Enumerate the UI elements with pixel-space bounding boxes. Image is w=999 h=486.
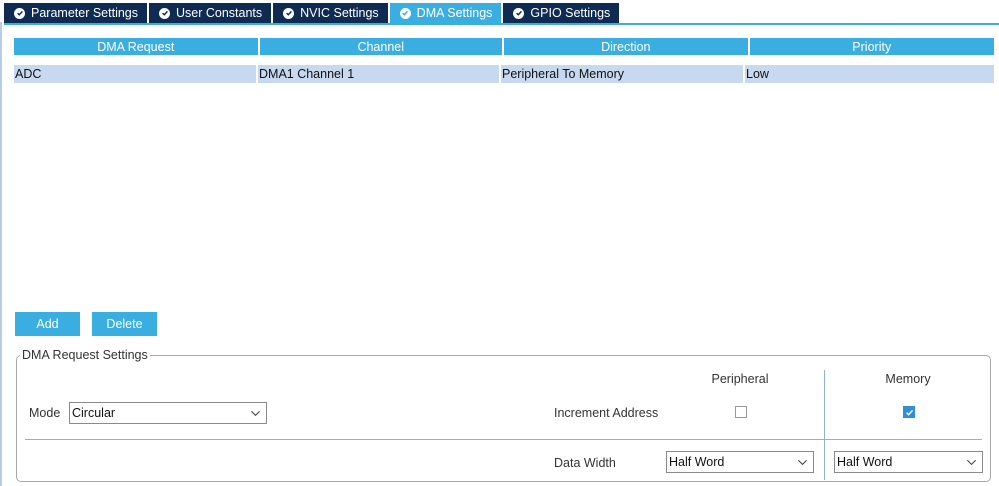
tab-nvic-settings[interactable]: NVIC Settings	[273, 3, 388, 23]
check-circle-icon	[513, 7, 525, 19]
tab-parameter-settings[interactable]: Parameter Settings	[4, 3, 147, 23]
add-button[interactable]: Add	[15, 312, 80, 336]
tab-label: User Constants	[176, 6, 263, 20]
column-header-dma-request[interactable]: DMA Request	[14, 38, 258, 55]
left-border	[0, 22, 2, 486]
peripheral-increment-checkbox[interactable]	[735, 406, 747, 418]
peripheral-column-header: Peripheral	[711, 372, 769, 386]
check-circle-icon	[283, 7, 295, 19]
checkmark-icon	[905, 409, 913, 416]
check-circle-icon	[14, 7, 25, 19]
column-header-direction[interactable]: Direction	[504, 38, 748, 55]
tab-dma-settings[interactable]: DMA Settings	[389, 3, 502, 23]
increment-address-label: Increment Address	[554, 406, 659, 420]
delete-button[interactable]: Delete	[92, 312, 157, 336]
check-circle-icon	[399, 7, 411, 19]
column-header-priority[interactable]: Priority	[749, 38, 994, 55]
peripheral-data-width-select[interactable]: Half Word	[666, 451, 814, 473]
row-separator	[25, 439, 982, 440]
tab-bar: Parameter Settings User Constants NVIC S…	[4, 3, 621, 23]
table-header-row: DMA Request Channel Direction Priority	[14, 38, 994, 55]
cell-dma-request[interactable]: ADC	[14, 65, 258, 83]
dma-request-table: DMA Request Channel Direction Priority A…	[14, 38, 994, 83]
column-separator	[824, 370, 825, 480]
mode-select[interactable]: Circular	[69, 402, 267, 424]
memory-increment-checkbox[interactable]	[903, 406, 915, 418]
memory-column-header: Memory	[885, 372, 931, 386]
column-header-channel[interactable]: Channel	[259, 38, 502, 55]
memory-data-width-select[interactable]: Half Word	[834, 451, 983, 473]
chevron-down-icon	[797, 459, 808, 466]
data-width-label: Data Width	[554, 456, 616, 470]
group-legend: DMA Request Settings	[20, 348, 150, 362]
cell-priority[interactable]: Low	[745, 65, 990, 83]
tab-label: DMA Settings	[416, 6, 493, 20]
table-row[interactable]: ADC DMA1 Channel 1 Peripheral To Memory …	[14, 65, 994, 83]
tab-label: NVIC Settings	[300, 6, 379, 20]
peripheral-data-width-value: Half Word	[669, 455, 725, 469]
tab-label: GPIO Settings	[530, 6, 611, 20]
memory-data-width-value: Half Word	[837, 455, 893, 469]
mode-value: Circular	[72, 406, 116, 420]
tab-label: Parameter Settings	[31, 6, 138, 20]
cell-channel[interactable]: DMA1 Channel 1	[258, 65, 501, 83]
tab-underline	[4, 23, 999, 25]
mode-label: Mode	[29, 406, 61, 420]
cell-direction[interactable]: Peripheral To Memory	[501, 65, 745, 83]
check-circle-icon	[159, 7, 170, 19]
chevron-down-icon	[966, 459, 977, 466]
chevron-down-icon	[250, 410, 261, 417]
tab-gpio-settings[interactable]: GPIO Settings	[503, 3, 620, 23]
tab-user-constants[interactable]: User Constants	[149, 3, 272, 23]
